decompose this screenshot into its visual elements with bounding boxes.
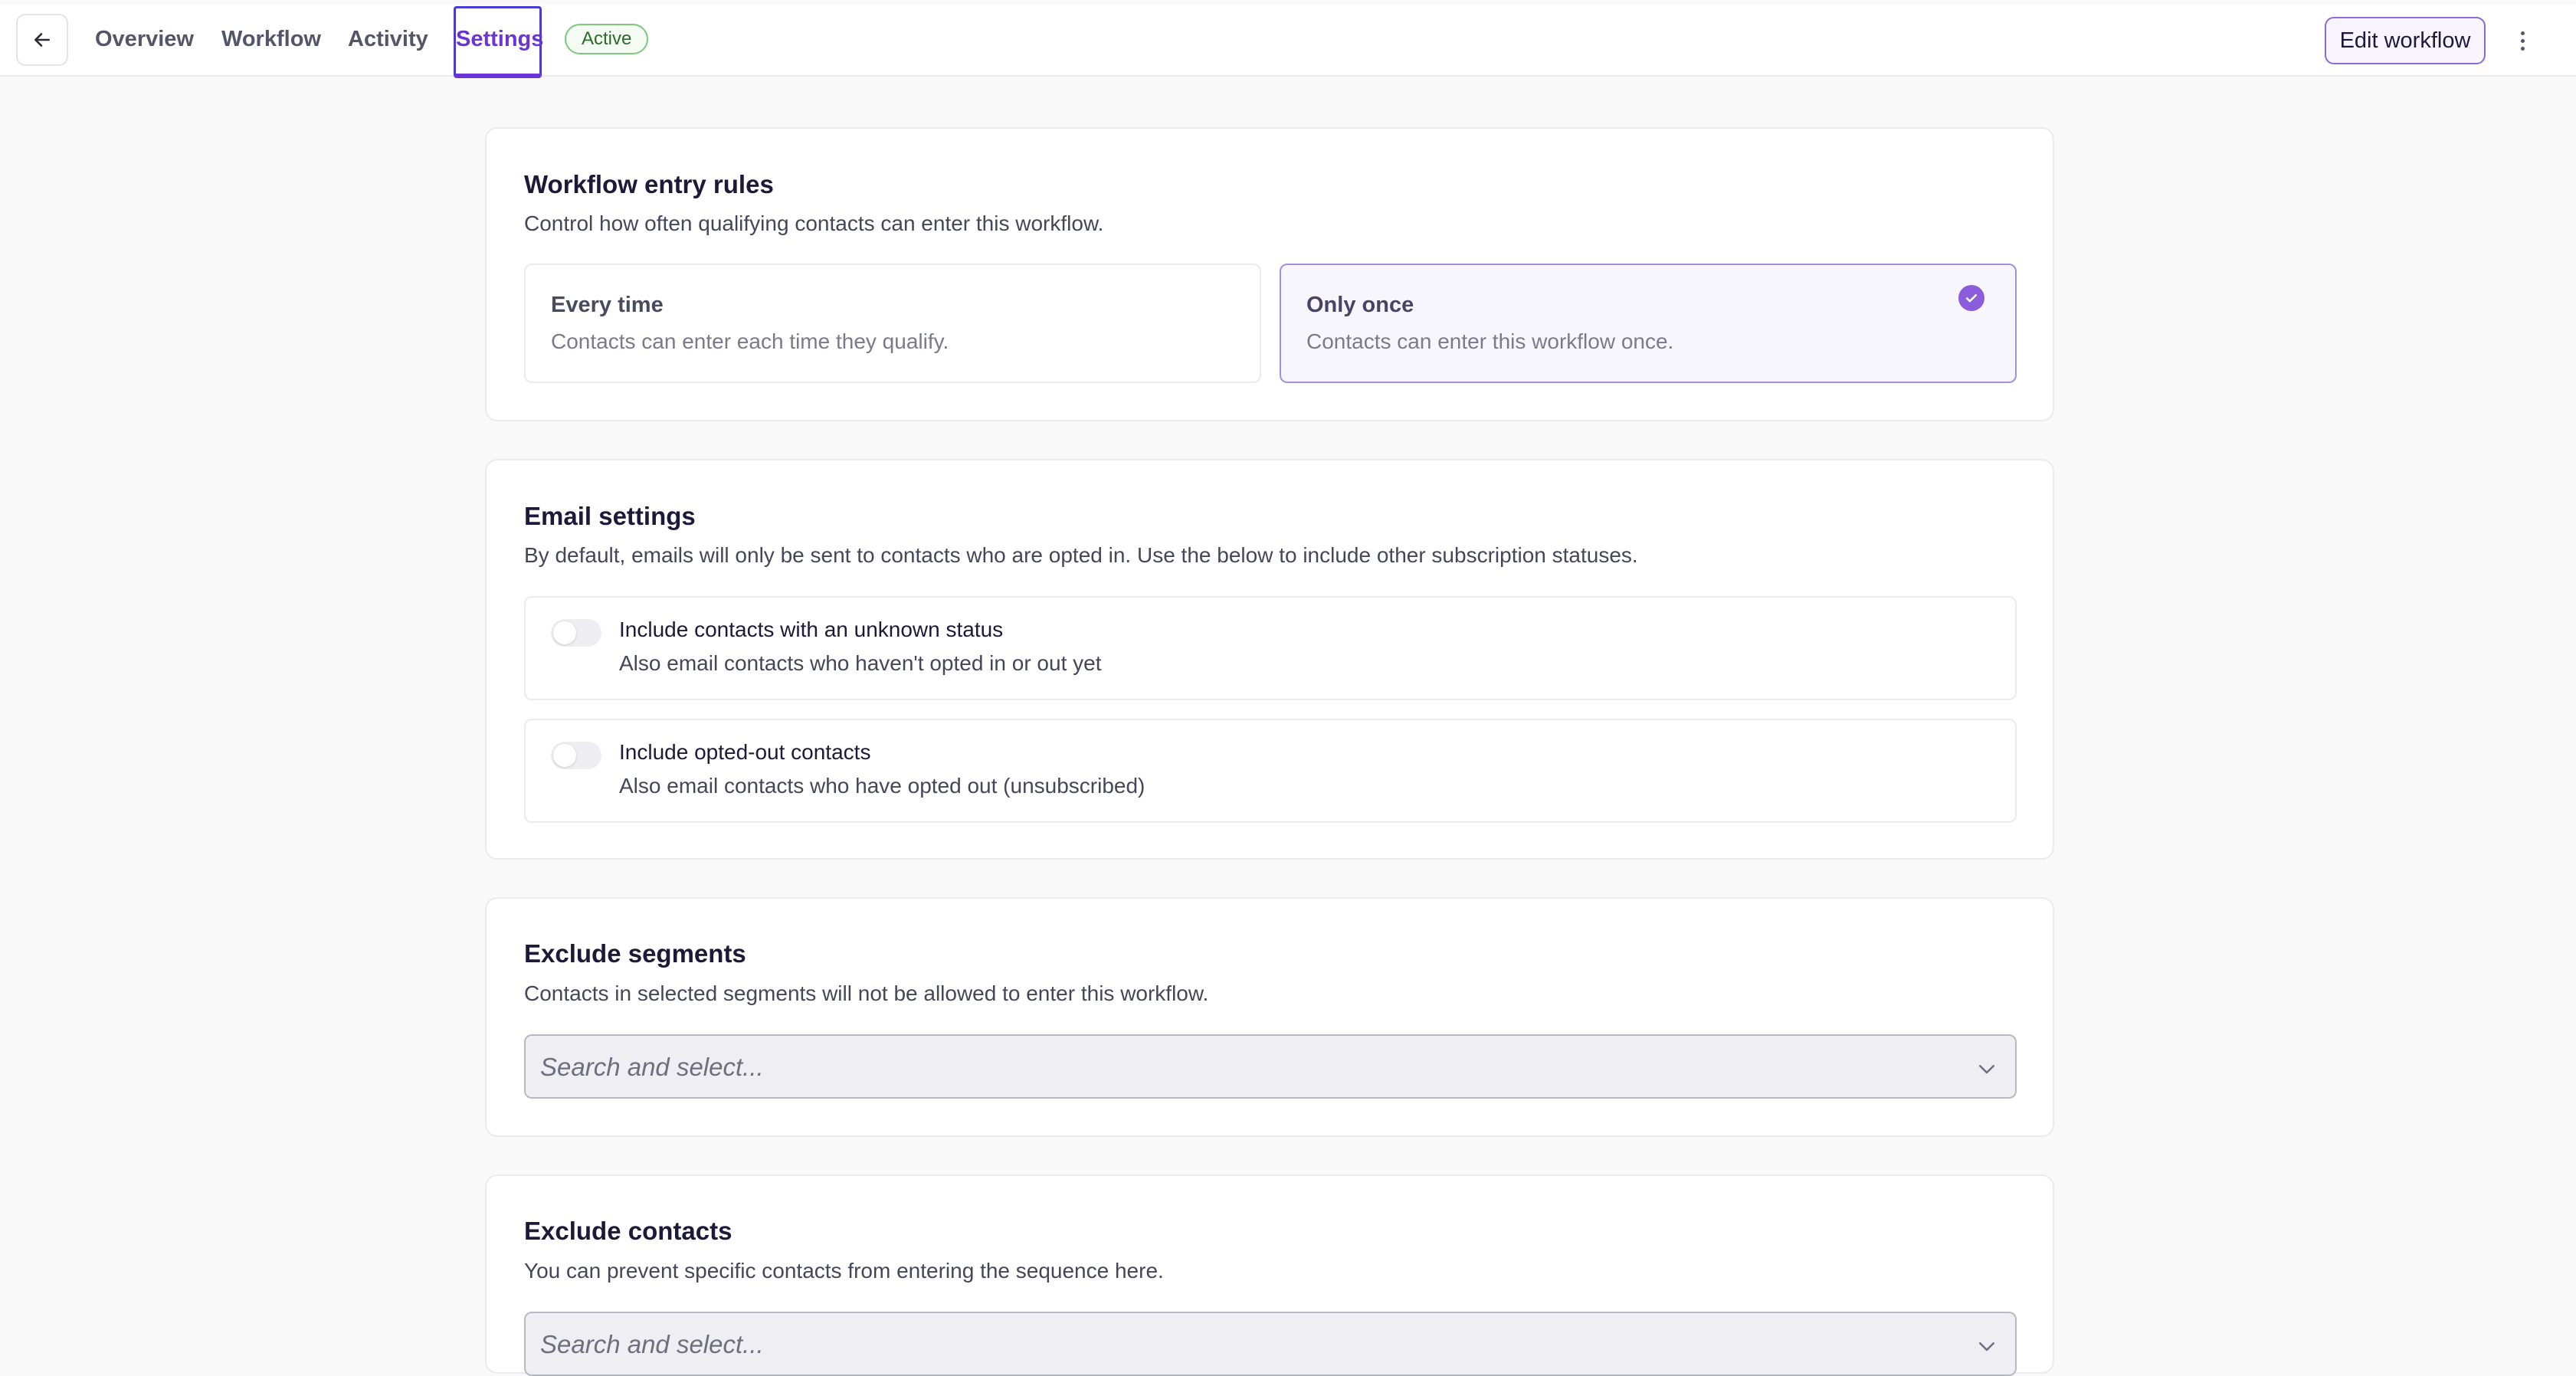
option-only-once[interactable]: Only once Contacts can enter this workfl… xyxy=(1280,264,2017,383)
toggle-description: Also email contacts who have opted out (… xyxy=(619,774,1145,798)
select-placeholder: Search and select... xyxy=(540,1053,764,1081)
email-settings-title: Email settings xyxy=(524,502,696,530)
more-vertical-icon[interactable] xyxy=(2510,21,2535,60)
toggle-description: Also email contacts who haven't opted in… xyxy=(619,651,1102,675)
chevron-down-icon xyxy=(1979,1065,1994,1074)
option-description: Contacts can enter this workflow once. xyxy=(1306,329,1674,353)
exclude-contacts-description: You can prevent specific contacts from e… xyxy=(524,1259,1164,1283)
exclude-contacts-card: Exclude contacts You can prevent specifi… xyxy=(485,1175,2054,1376)
option-description: Contacts can enter each time they qualif… xyxy=(551,329,949,353)
select-placeholder: Search and select... xyxy=(540,1330,764,1358)
check-circle-icon xyxy=(1958,285,1984,311)
exclude-segments-description: Contacts in selected segments will not b… xyxy=(524,981,1209,1005)
tab-workflow[interactable]: Workflow xyxy=(221,26,321,52)
tab-overview[interactable]: Overview xyxy=(95,26,194,52)
email-settings-description: By default, emails will only be sent to … xyxy=(524,543,1638,567)
opted-out-toggle[interactable] xyxy=(551,742,601,769)
tab-settings[interactable]: Settings xyxy=(456,26,543,52)
option-every-time[interactable]: Every time Contacts can enter each time … xyxy=(524,264,1261,383)
arrow-left-icon xyxy=(34,33,50,47)
toggle-title: Include opted-out contacts xyxy=(619,740,871,764)
edit-workflow-button[interactable]: Edit workflow xyxy=(2325,17,2486,64)
contacts-select[interactable]: Search and select... xyxy=(524,1312,2017,1376)
exclude-segments-title: Exclude segments xyxy=(524,939,746,968)
toggle-row-opted-out: Include opted-out contacts Also email co… xyxy=(524,719,2017,823)
entry-rules-title: Workflow entry rules xyxy=(524,170,774,198)
tab-activity[interactable]: Activity xyxy=(348,26,428,52)
toggle-row-unknown-status: Include contacts with an unknown status … xyxy=(524,596,2017,700)
exclude-contacts-title: Exclude contacts xyxy=(524,1217,732,1245)
top-nav-bar: Overview Workflow Activity Settings Acti… xyxy=(0,5,2576,78)
chevron-down-icon xyxy=(1979,1342,1994,1351)
email-settings-card: Email settings By default, emails will o… xyxy=(485,459,2054,860)
segments-select[interactable]: Search and select... xyxy=(524,1034,2017,1099)
back-button[interactable] xyxy=(16,14,68,66)
toggle-title: Include contacts with an unknown status xyxy=(619,618,1004,641)
option-title: Only once xyxy=(1306,293,1414,317)
exclude-segments-card: Exclude segments Contacts in selected se… xyxy=(485,897,2054,1137)
entry-rules-description: Control how often qualifying contacts ca… xyxy=(524,211,1104,235)
unknown-status-toggle[interactable] xyxy=(551,619,601,647)
entry-rules-card: Workflow entry rules Control how often q… xyxy=(485,127,2054,421)
option-title: Every time xyxy=(551,293,664,317)
status-badge: Active xyxy=(565,24,649,54)
